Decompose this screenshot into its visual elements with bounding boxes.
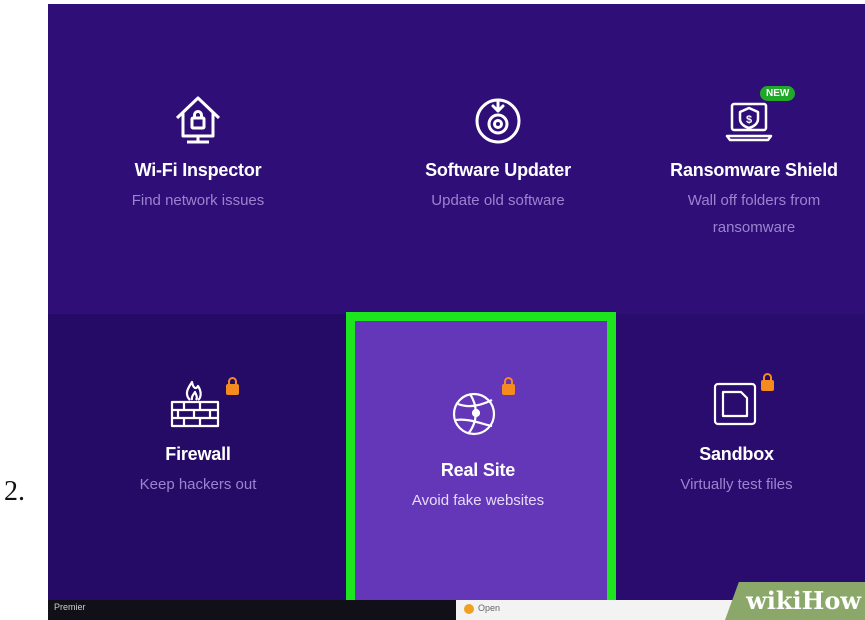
tile-title: Wi-Fi Inspector [134,160,262,180]
tile-subtitle: Virtually test files [680,476,793,493]
step-number: 2. [4,476,25,507]
watermark-text: wikiHow [746,586,861,615]
tile-title: Sandbox [699,444,774,464]
tile-subtitle: Update old software [431,192,565,209]
tile-title: Real Site [440,460,516,480]
tile-software-updater[interactable]: Software Updater Update old software [348,94,648,214]
tile-subtitle: Wall off folders from ransomware [643,187,865,241]
tile-subtitle-line2: ransomware [712,219,796,236]
taskbar-open-label: Open [478,603,501,613]
tile-subtitle: Find network issues [131,192,265,209]
tile-title: Firewall [165,444,231,464]
tile-sandbox[interactable]: Sandbox Virtually test files [608,372,865,498]
app-screen: Wi-Fi Inspector Find network issues Soft… [48,4,865,620]
lock-icon [502,377,515,395]
globe-icon [452,392,496,436]
tile-subtitle-line1: Wall off folders from [687,192,821,209]
brick-wall-fire-icon [170,380,220,428]
tile-subtitle: Keep hackers out [139,476,257,493]
tile-real-site[interactable]: Real Site Avoid fake websites [348,314,608,604]
tile-title: Software Updater [425,160,571,180]
status-dot-icon [464,604,474,614]
lock-icon [760,373,774,391]
tile-wifi-inspector[interactable]: Wi-Fi Inspector Find network issues [48,94,348,214]
new-badge: NEW [760,86,796,101]
laptop-shield-icon: $ [725,102,773,142]
updater-disc-icon [475,98,521,144]
sandbox-box-icon [713,382,756,426]
lock-icon [226,377,239,395]
tile-subtitle: Avoid fake websites [411,492,545,509]
taskbar-premier-label: Premier [54,602,86,612]
tile-title: Ransomware Shield [670,160,838,180]
tile-ransomware-shield[interactable]: $ NEW Ransomware Shield Wall off folders… [643,86,865,241]
svg-text:$: $ [746,114,752,126]
home-wifi-icon [175,96,221,144]
tile-firewall[interactable]: Firewall Keep hackers out [48,372,348,498]
